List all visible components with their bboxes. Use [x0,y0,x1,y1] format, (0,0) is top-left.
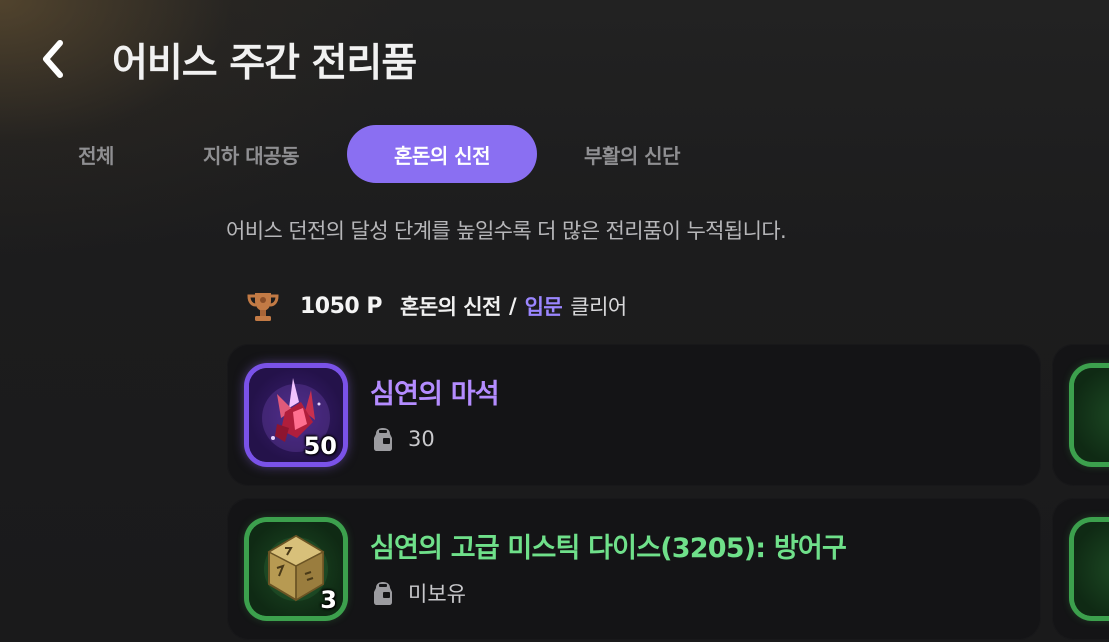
owned-count: 미보유 [408,582,466,606]
item-quantity: 50 [303,432,337,460]
app-root: 어비스 주간 전리품 전체 지하 대공동 혼돈의 신전 부활의 신단 어비스 던… [0,0,1109,642]
loot-card-next[interactable] [1052,344,1109,486]
inventory-bag-icon [374,582,392,605]
tab-all[interactable]: 전체 [52,125,140,183]
back-arrow-icon [43,40,63,78]
trophy-icon [247,293,279,321]
tab-underground-cavern[interactable]: 지하 대공동 [176,125,326,183]
loot-card[interactable]: 3 심연의 고급 미스틱 다이스(3205): 방어구 미보유 [227,498,1041,640]
owned-row: 30 [370,424,435,454]
red-crystal-icon: 50 [249,368,343,462]
tab-temple-of-chaos[interactable]: 혼돈의 신전 [347,125,537,183]
loot-card[interactable]: 50 심연의 마석 30 [227,344,1041,486]
owned-count: 30 [408,427,435,451]
difficulty-label: 입문 [524,295,563,319]
dungeon-name: 혼돈의 신전 [400,295,501,319]
loot-card-next[interactable] [1052,498,1109,640]
inventory-bag-icon [374,428,392,451]
item-name: 심연의 고급 미스틱 다이스(3205): 방어구 [370,533,847,564]
status-separator: / [508,294,517,318]
back-button[interactable] [30,36,76,82]
dungeon-tabs: 전체 지하 대공동 혼돈의 신전 부활의 신단 [0,125,760,183]
page-title: 어비스 주간 전리품 [112,41,417,86]
item-icon-partial [1074,368,1109,462]
mystic-dice-icon: 3 [249,522,343,616]
clear-status: 1050 P 혼돈의 신전 / 입문 클리어 [244,286,627,326]
item-name: 심연의 마석 [370,379,500,410]
clear-label: 클리어 [570,295,627,319]
item-icon-partial [1074,522,1109,616]
tab-altar-of-resurrection[interactable]: 부활의 신단 [552,125,712,183]
description-text: 어비스 던전의 달성 단계를 높일수록 더 많은 전리품이 누적됩니다. [226,219,787,243]
points-value: 1050 P [300,293,383,319]
owned-row: 미보유 [370,578,466,608]
item-quantity: 3 [320,586,337,614]
